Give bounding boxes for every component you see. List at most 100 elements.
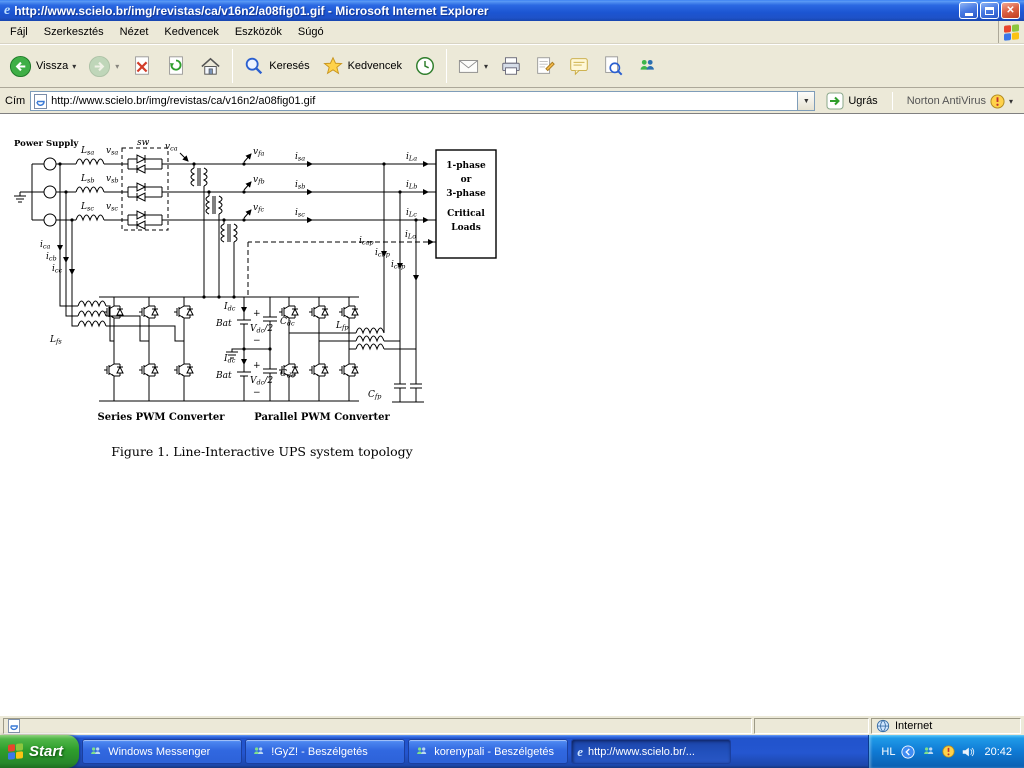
mail-button[interactable]: ▾ [452, 48, 493, 84]
maximize-button[interactable] [980, 2, 999, 19]
messenger-icon [91, 747, 101, 754]
print-icon [502, 57, 520, 75]
security-zone-panel: Internet [871, 717, 1021, 734]
junction-dots [58, 162, 418, 351]
favorites-button[interactable]: Kedvencek [317, 48, 407, 84]
standard-buttons-toolbar: Vissza ▾ ▾ Keresés Kedvencek ▾ [0, 44, 1024, 88]
edit-icon [537, 57, 555, 74]
diagram-labels: Power Supply sw Lsa vsa Lsb vsb Lsc vsc … [14, 138, 486, 459]
antivirus-tray-icon[interactable] [942, 745, 956, 758]
research-button[interactable] [597, 48, 629, 84]
forward-dropdown-icon[interactable]: ▾ [115, 62, 119, 71]
address-dropdown-button[interactable]: ▼ [797, 92, 815, 110]
messenger-button[interactable] [631, 48, 663, 84]
label-ila: iLa [406, 152, 417, 163]
label-cdc-bottom: Cdc [280, 369, 295, 380]
label-lfp: Lfp [335, 321, 349, 332]
language-indicator[interactable]: HL [881, 746, 895, 758]
forward-button[interactable]: ▾ [83, 48, 124, 84]
back-label: Vissza [36, 60, 69, 72]
menu-view[interactable]: Nézet [112, 23, 157, 41]
label-plus-top: + [253, 309, 261, 319]
home-icon [201, 57, 220, 75]
label-minus-top: − [253, 336, 261, 346]
address-label: Cím [5, 95, 26, 107]
search-button[interactable]: Keresés [238, 48, 314, 84]
menu-favorites[interactable]: Kedvencek [156, 23, 226, 41]
search-label: Keresés [269, 60, 310, 72]
page-icon [34, 93, 48, 109]
norton-dropdown-icon[interactable]: ▾ [1009, 97, 1013, 106]
go-icon [826, 92, 844, 110]
label-vdc-bottom: Vdc/2 [250, 376, 273, 387]
menu-edit[interactable]: Szerkesztés [36, 23, 112, 41]
ie-logo-icon: e [4, 2, 11, 18]
home-button[interactable] [194, 48, 227, 84]
research-icon [605, 56, 623, 76]
label-idc-bottom: Idc [223, 354, 236, 365]
stop-icon [135, 56, 150, 75]
status-page-icon [8, 718, 20, 733]
favorites-label: Kedvencek [347, 60, 403, 72]
label-ica: ica [40, 240, 51, 251]
label-idc-top: Idc [223, 302, 236, 313]
history-button[interactable] [409, 48, 441, 84]
taskbar-task-messenger[interactable]: Windows Messenger [82, 739, 243, 764]
label-cdc-top: Cdc [280, 317, 295, 328]
back-dropdown-icon[interactable]: ▾ [72, 62, 76, 71]
label-lfs: Lfs [49, 335, 62, 346]
label-plus-bottom: + [253, 361, 261, 371]
back-button[interactable]: Vissza ▾ [4, 48, 81, 84]
label-vfa: vfa [253, 147, 264, 158]
window-titlebar[interactable]: e http://www.scielo.br/img/revistas/ca/v… [0, 0, 1024, 21]
mail-dropdown-icon[interactable]: ▾ [484, 62, 488, 71]
parallel-converter-label: Parallel PWM Converter [254, 412, 390, 423]
taskbar-clock: 20:42 [984, 745, 1012, 758]
forward-icon [89, 55, 111, 77]
refresh-button[interactable] [160, 48, 192, 84]
hide-icons-icon[interactable] [901, 744, 916, 759]
print-button[interactable] [495, 48, 527, 84]
chat-icon [417, 747, 427, 754]
taskbar-task-chat-2[interactable]: korenypali - Beszélgetés [408, 739, 569, 764]
discuss-button[interactable] [563, 48, 595, 84]
mail-icon [458, 60, 479, 73]
browser-viewport: Power Supply sw Lsa vsa Lsb vsb Lsc vsc … [0, 114, 1024, 715]
norton-label: Norton AntiVirus [906, 95, 986, 107]
minimize-button[interactable] [959, 2, 978, 19]
start-button[interactable]: Start [0, 735, 80, 768]
menu-file[interactable]: Fájl [2, 23, 36, 41]
stop-button[interactable] [126, 48, 158, 84]
address-url: http://www.scielo.br/img/revistas/ca/v16… [51, 95, 316, 107]
messenger-tray-icon[interactable] [921, 744, 936, 759]
menu-tools[interactable]: Eszközök [227, 23, 290, 41]
label-icbp: icbp [375, 248, 391, 259]
status-message-panel [3, 717, 752, 734]
go-button[interactable]: Ugrás [820, 90, 883, 112]
messenger-icon [640, 59, 654, 70]
address-input[interactable]: http://www.scielo.br/img/revistas/ca/v16… [30, 91, 816, 111]
internet-globe-icon [876, 719, 890, 732]
series-converter-label: Series PWM Converter [97, 412, 225, 423]
taskbar-task-ie[interactable]: e http://www.scielo.br/... [571, 739, 732, 764]
system-tray: HL 20:42 [868, 735, 1024, 768]
volume-icon[interactable] [961, 745, 975, 759]
go-label: Ugrás [848, 95, 878, 107]
windows-logo-icon [998, 21, 1024, 43]
label-bat-top: Bat [215, 319, 232, 329]
taskbar-task-chat-1[interactable]: !GyZ! - Beszélgetés [245, 739, 406, 764]
edit-button[interactable] [529, 48, 561, 84]
label-vsc: vsc [106, 202, 118, 213]
chat-icon [254, 747, 264, 754]
menu-help[interactable]: Súgó [290, 23, 332, 41]
label-iccp: iccp [391, 260, 406, 271]
label-cfp: Cfp [368, 390, 382, 401]
norton-antivirus-menu[interactable]: Norton AntiVirus ▾ [901, 92, 1019, 111]
label-lsa: Lsa [80, 146, 94, 157]
label-vsb: vsb [106, 174, 119, 185]
label-icc: icc [52, 264, 63, 275]
loads-line-4: Critical [447, 209, 485, 219]
close-button[interactable]: ✕ [1001, 2, 1020, 19]
discuss-icon [570, 58, 588, 76]
security-zone-label: Internet [895, 719, 933, 732]
